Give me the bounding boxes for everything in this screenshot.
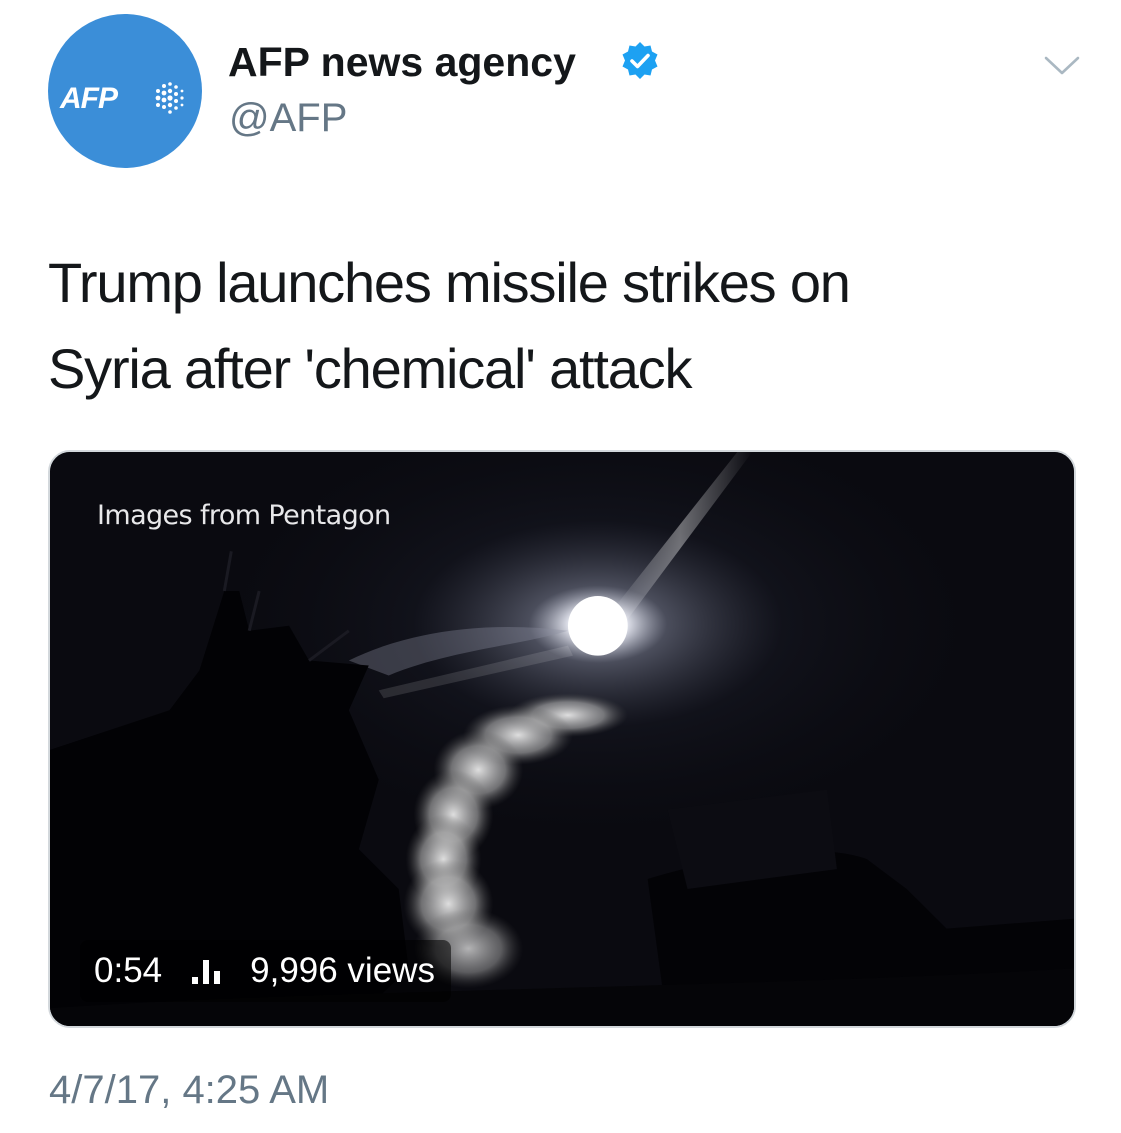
video-caption: Images from Pentagon [97,500,391,531]
globe-icon [155,82,184,114]
tweet-text-line: Trump launches missile strikes on [48,251,851,314]
tweet-timestamp[interactable]: 4/7/17, 4:25 AM [49,1066,329,1114]
video-player[interactable]: Images from Pentagon 0:54 9,996 views [48,450,1076,1028]
author-handle[interactable]: @AFP [229,94,347,142]
tweet-text: Trump launches missile strikes on Syria … [48,240,1068,412]
tweet-text-line: Syria after 'chemical' attack [48,337,692,400]
verified-badge-icon [622,42,658,79]
video-meta-overlay: 0:54 9,996 views [80,940,451,1002]
video-duration: 0:54 [94,951,163,990]
author-name[interactable]: AFP news agency [228,38,576,86]
view-count-icon [192,960,221,984]
chevron-down-icon[interactable] [1042,50,1082,80]
video-view-count: 9,996 views [250,951,435,990]
avatar[interactable]: AFP [48,14,202,168]
avatar-logo-text: AFP [60,82,118,115]
